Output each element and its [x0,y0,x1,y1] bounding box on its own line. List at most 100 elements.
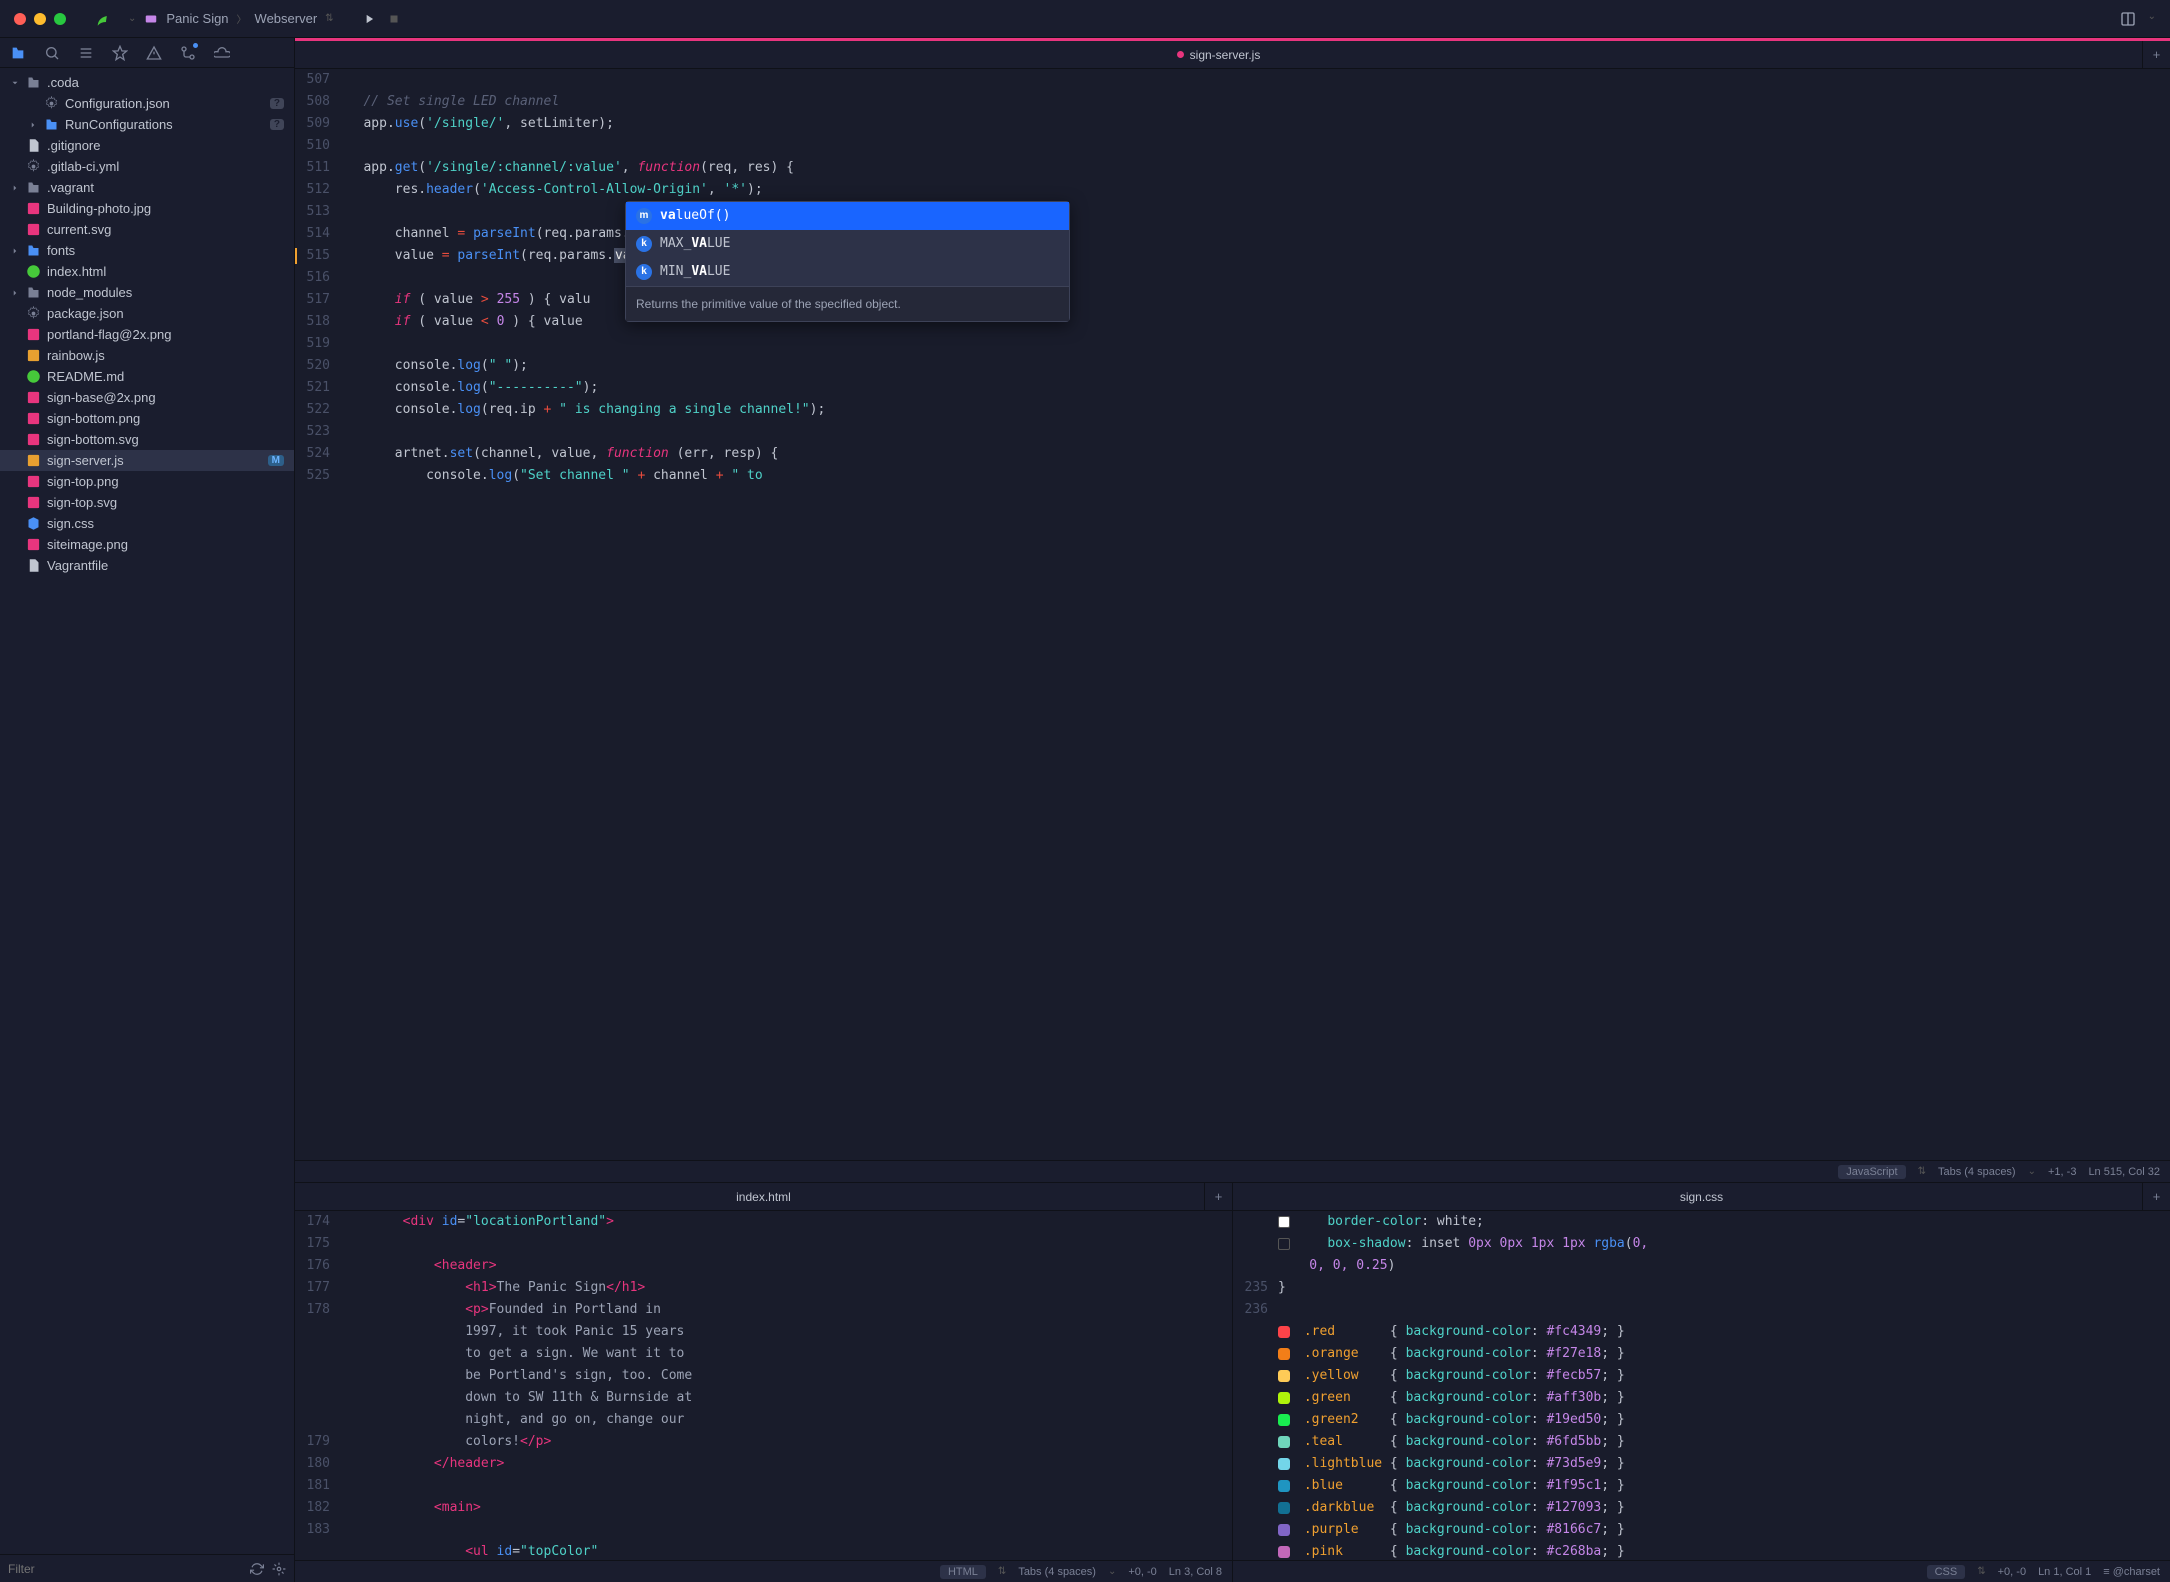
language-selector[interactable]: CSS [1927,1565,1966,1579]
code-editor[interactable]: 174175176177178 179180181182183 <div id=… [295,1211,1232,1560]
file-tree-item[interactable]: .gitignore [0,135,294,156]
maximize-window[interactable] [54,13,66,25]
refresh-icon[interactable] [250,1562,264,1576]
editor-tab[interactable]: sign.css [1680,1190,1723,1204]
scm-icon[interactable] [180,45,196,61]
file-tree-item[interactable]: RunConfigurations? [0,114,294,135]
file-tree-item[interactable]: sign-server.jsM [0,450,294,471]
bottom-right-pane: sign.css + 235236 248 border-color: whit… [1233,1183,2170,1582]
editor-tab[interactable]: sign-server.js [1190,48,1261,62]
new-tab-button[interactable]: + [2142,1183,2170,1211]
file-tree-item[interactable]: README.md [0,366,294,387]
file-tree-item[interactable]: fonts [0,240,294,261]
minimize-window[interactable] [34,13,46,25]
close-window[interactable] [14,13,26,25]
file-tree-item[interactable]: sign-bottom.svg [0,429,294,450]
file-tree-item[interactable]: .gitlab-ci.yml [0,156,294,177]
run-target[interactable]: Webserver [255,11,318,26]
file-tree-item[interactable]: package.json [0,303,294,324]
window-controls [14,13,66,25]
settings-icon[interactable] [272,1562,286,1576]
chevron-down-icon[interactable]: ⌄ [128,13,136,24]
file-tree-item[interactable]: Vagrantfile [0,555,294,576]
filter-input[interactable] [8,1562,242,1576]
code-editor[interactable]: 235236 248 border-color: white; box-shad… [1233,1211,2170,1560]
diff-stat: +0, -0 [1128,1566,1156,1578]
file-tree-item[interactable]: portland-flag@2x.png [0,324,294,345]
language-selector[interactable]: JavaScript [1838,1165,1905,1179]
file-name: portland-flag@2x.png [47,327,172,342]
code-editor[interactable]: 5075085095105115125135145155165175185195… [295,69,2170,1160]
file-tree-item[interactable]: current.svg [0,219,294,240]
new-tab-button[interactable]: + [2142,41,2170,69]
file-name: sign-bottom.svg [47,432,139,447]
file-name: README.md [47,369,124,384]
file-tree-item[interactable]: Configuration.json? [0,93,294,114]
cursor-position[interactable]: Ln 3, Col 8 [1169,1566,1222,1578]
file-name: package.json [47,306,124,321]
file-name: .gitlab-ci.yml [47,159,119,174]
search-icon[interactable] [44,45,60,61]
indent-selector[interactable]: Tabs (4 spaces) [1018,1566,1096,1578]
file-tree-item[interactable]: siteimage.png [0,534,294,555]
file-name: sign.css [47,516,94,531]
tab-row: index.html + [295,1183,1232,1211]
file-tree-item[interactable]: sign.css [0,513,294,534]
code-content[interactable]: <div id="locationPortland"> <header> <h1… [340,1211,1232,1560]
autocomplete-item[interactable]: kMAX_VALUE [626,230,1069,258]
layout-button[interactable] [2120,11,2136,27]
editor-tab[interactable]: index.html [736,1190,791,1204]
file-tree-item[interactable]: sign-base@2x.png [0,387,294,408]
issues-icon[interactable] [146,45,162,61]
code-content[interactable]: border-color: white; box-shadow: inset 0… [1278,1211,2170,1560]
new-tab-button[interactable]: + [1204,1183,1232,1211]
file-name: sign-base@2x.png [47,390,156,405]
tab-row: sign-server.js + [295,41,2170,69]
sidebar-footer [0,1554,294,1582]
cursor-position[interactable]: Ln 515, Col 32 [2088,1166,2160,1178]
file-tree-item[interactable]: Building-photo.jpg [0,198,294,219]
file-icon [26,306,41,321]
file-name: sign-top.svg [47,495,117,510]
symbols-icon[interactable] [78,45,94,61]
breadcrumb-separator: 〉 [237,11,247,26]
play-button[interactable] [362,12,376,26]
autocomplete-item[interactable]: kMIN_VALUE [626,258,1069,286]
file-tree-item[interactable]: rainbow.js [0,345,294,366]
file-icon [26,495,41,510]
run-controls [362,12,400,26]
file-icon [26,474,41,489]
snippets-icon[interactable] [112,45,128,61]
app-icon [94,10,112,28]
file-tree-item[interactable]: index.html [0,261,294,282]
code-content[interactable]: // Set single LED channel app.use('/sing… [340,69,2170,1160]
bottom-split: index.html + 174175176177178 17918018118… [295,1182,2170,1582]
file-tree-item[interactable]: sign-top.svg [0,492,294,513]
status-bar-top: JavaScript ⇅ Tabs (4 spaces) ⌄ +1, -3 Ln… [295,1160,2170,1182]
file-tree-item[interactable]: .vagrant [0,177,294,198]
language-selector[interactable]: HTML [940,1565,986,1579]
publish-icon[interactable] [214,45,230,61]
cursor-position[interactable]: Ln 1, Col 1 [2038,1566,2091,1578]
file-name: .vagrant [47,180,94,195]
file-icon [26,201,41,216]
sidebar-toolbar [0,38,294,68]
files-tab-icon[interactable] [10,45,26,61]
sidebar: .codaConfiguration.json?RunConfiguration… [0,38,295,1582]
chevron-updown-icon[interactable]: ⇅ [325,13,333,24]
file-tree-item[interactable]: sign-top.png [0,471,294,492]
file-tree-item[interactable]: node_modules [0,282,294,303]
indent-selector[interactable]: Tabs (4 spaces) [1938,1166,2016,1178]
stop-button[interactable] [388,13,400,25]
file-icon [26,453,41,468]
file-tree-item[interactable]: sign-bottom.png [0,408,294,429]
project-name[interactable]: Panic Sign [166,11,228,26]
kind-badge: m [636,208,652,224]
symbol-indicator[interactable]: ≡ @charset [2103,1566,2160,1578]
chevron-down-icon[interactable]: ⌄ [2148,11,2156,27]
file-tree-item[interactable]: .coda [0,72,294,93]
file-tree[interactable]: .codaConfiguration.json?RunConfiguration… [0,68,294,1554]
autocomplete-item[interactable]: mvalueOf() [626,202,1069,230]
file-name: node_modules [47,285,132,300]
autocomplete-popup[interactable]: mvalueOf()kMAX_VALUEkMIN_VALUE Returns t… [625,201,1070,322]
